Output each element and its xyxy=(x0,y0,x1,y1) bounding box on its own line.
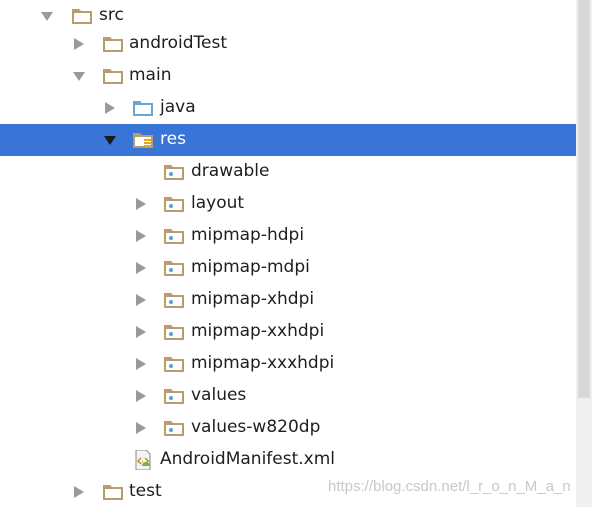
expanded-arrow-icon[interactable] xyxy=(40,9,54,23)
tree-node-label: main xyxy=(129,65,172,85)
manifest-file-icon xyxy=(133,450,155,470)
resource-dir-icon xyxy=(163,354,185,374)
expanded-arrow-icon[interactable] xyxy=(72,69,86,83)
tree-node-label: values xyxy=(191,385,247,405)
collapsed-arrow-icon[interactable] xyxy=(134,261,148,275)
tree-node-mipmap-xxhdpi[interactable]: mipmap-xxhdpi xyxy=(0,316,576,348)
scrollbar-thumb[interactable] xyxy=(578,0,590,398)
expanded-arrow-icon[interactable] xyxy=(103,133,117,147)
project-tree: src androidTest main java res drawable l… xyxy=(0,0,576,507)
folder-icon xyxy=(102,482,124,502)
tree-node-java[interactable]: java xyxy=(0,92,576,124)
resource-dir-icon xyxy=(163,226,185,246)
folder-icon xyxy=(102,34,124,54)
tree-node-label: src xyxy=(99,5,124,25)
collapsed-arrow-icon[interactable] xyxy=(134,229,148,243)
tree-node-mipmap-xxxhdpi[interactable]: mipmap-xxxhdpi xyxy=(0,348,576,380)
tree-node-label: drawable xyxy=(191,161,270,181)
tree-node-label: androidTest xyxy=(129,33,227,53)
tree-node-res[interactable]: res xyxy=(0,124,576,156)
resource-folder-icon xyxy=(132,130,154,150)
tree-node-drawable[interactable]: drawable xyxy=(0,156,576,188)
vertical-scrollbar[interactable] xyxy=(576,0,592,507)
resource-dir-icon xyxy=(163,418,185,438)
folder-icon xyxy=(102,66,124,86)
tree-node-layout[interactable]: layout xyxy=(0,188,576,220)
tree-node-values-w820dp[interactable]: values-w820dp xyxy=(0,412,576,444)
resource-dir-icon xyxy=(163,290,185,310)
resource-dir-icon xyxy=(163,386,185,406)
tree-node-label: mipmap-xxhdpi xyxy=(191,321,325,341)
collapsed-arrow-icon[interactable] xyxy=(134,293,148,307)
tree-node-label: mipmap-xxxhdpi xyxy=(191,353,335,373)
tree-node-label: mipmap-mdpi xyxy=(191,257,310,277)
tree-node-label: values-w820dp xyxy=(191,417,321,437)
tree-node-label: mipmap-xhdpi xyxy=(191,289,315,309)
resource-dir-icon xyxy=(163,258,185,278)
tree-node-label: test xyxy=(129,481,162,501)
resource-dir-icon xyxy=(163,194,185,214)
tree-node-mipmap-mdpi[interactable]: mipmap-mdpi xyxy=(0,252,576,284)
watermark-text: https://blog.csdn.net/l_r_o_n_M_a_n xyxy=(328,478,571,495)
collapsed-arrow-icon[interactable] xyxy=(72,37,86,51)
tree-node-androidmanifest[interactable]: AndroidManifest.xml xyxy=(0,444,576,476)
resource-dir-icon xyxy=(163,322,185,342)
tree-node-label: layout xyxy=(191,193,245,213)
collapsed-arrow-icon[interactable] xyxy=(134,357,148,371)
tree-node-main[interactable]: main xyxy=(0,60,576,92)
resource-dir-icon xyxy=(163,162,185,182)
tree-node-label: AndroidManifest.xml xyxy=(160,449,336,469)
collapsed-arrow-icon[interactable] xyxy=(134,421,148,435)
tree-node-mipmap-hdpi[interactable]: mipmap-hdpi xyxy=(0,220,576,252)
collapsed-arrow-icon[interactable] xyxy=(103,101,117,115)
folder-icon xyxy=(71,6,93,26)
collapsed-arrow-icon[interactable] xyxy=(134,325,148,339)
tree-node-values[interactable]: values xyxy=(0,380,576,412)
collapsed-arrow-icon[interactable] xyxy=(134,389,148,403)
tree-node-label: res xyxy=(160,129,186,149)
source-folder-icon xyxy=(132,98,154,118)
collapsed-arrow-icon[interactable] xyxy=(134,197,148,211)
tree-node-androidtest[interactable]: androidTest xyxy=(0,28,576,60)
tree-node-label: java xyxy=(160,97,196,117)
collapsed-arrow-icon[interactable] xyxy=(72,485,86,499)
tree-node-label: mipmap-hdpi xyxy=(191,225,305,245)
tree-node-mipmap-xhdpi[interactable]: mipmap-xhdpi xyxy=(0,284,576,316)
